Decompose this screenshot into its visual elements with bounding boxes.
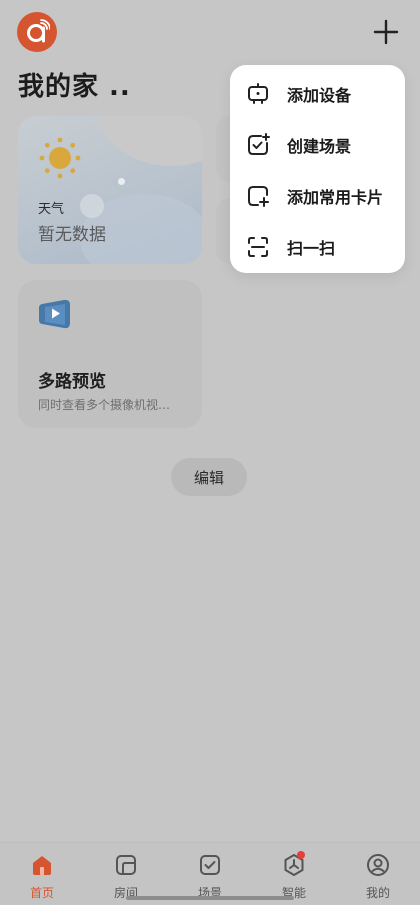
weather-status: 暂无数据 [38,225,106,245]
app-logo-icon[interactable] [17,12,57,52]
notification-badge [297,851,305,859]
menu-item-label: 创建场景 [287,137,352,156]
nav-label: 我的 [365,886,390,900]
menu-item-label: 扫一扫 [287,239,336,258]
edit-button[interactable]: 编辑 [171,458,247,496]
scene-add-icon [246,133,270,157]
nav-item-profile[interactable]: 我的 [336,851,420,901]
nav-item-scene[interactable]: 场景 [168,851,252,901]
nav-item-smart[interactable]: 智能 [252,851,336,901]
plus-icon [373,19,399,45]
home-selector[interactable]: 我的家 .. [18,66,131,103]
menu-item-add-device[interactable]: 添加设备 [230,70,405,118]
nav-label: 首页 [29,886,54,900]
card-add-icon [246,184,270,208]
menu-item-add-card[interactable]: 添加常用卡片 [230,172,405,220]
room-icon [116,855,136,875]
weather-decoration [96,116,202,166]
multi-preview-description: 同时查看多个摄像机视… [38,398,171,412]
nav-item-room[interactable]: 房间 [84,851,168,901]
weather-decoration [80,194,104,218]
menu-item-create-scene[interactable]: 创建场景 [230,121,405,169]
menu-item-label: 添加设备 [287,86,352,105]
home-icon [33,856,51,875]
add-button[interactable] [368,14,404,50]
scene-icon [200,855,220,875]
scan-icon [246,235,270,259]
multi-preview-title: 多路预览 [38,372,106,392]
add-dropdown-menu: 添加设备 创建场景 添加常用卡片 扫一扫 [230,65,405,273]
sun-icon [39,137,81,179]
device-icon [246,82,270,106]
weather-decoration [118,178,125,185]
profile-icon [367,854,389,876]
menu-item-scan[interactable]: 扫一扫 [230,223,405,271]
nav-item-home[interactable]: 首页 [0,851,84,901]
play-video-icon [39,299,70,329]
weather-label: 天气 [38,202,65,217]
weather-card[interactable]: 天气 暂无数据 [18,116,202,264]
home-indicator [126,896,294,900]
menu-item-label: 添加常用卡片 [287,188,384,207]
multi-preview-card[interactable]: 多路预览 同时查看多个摄像机视… [18,280,202,428]
